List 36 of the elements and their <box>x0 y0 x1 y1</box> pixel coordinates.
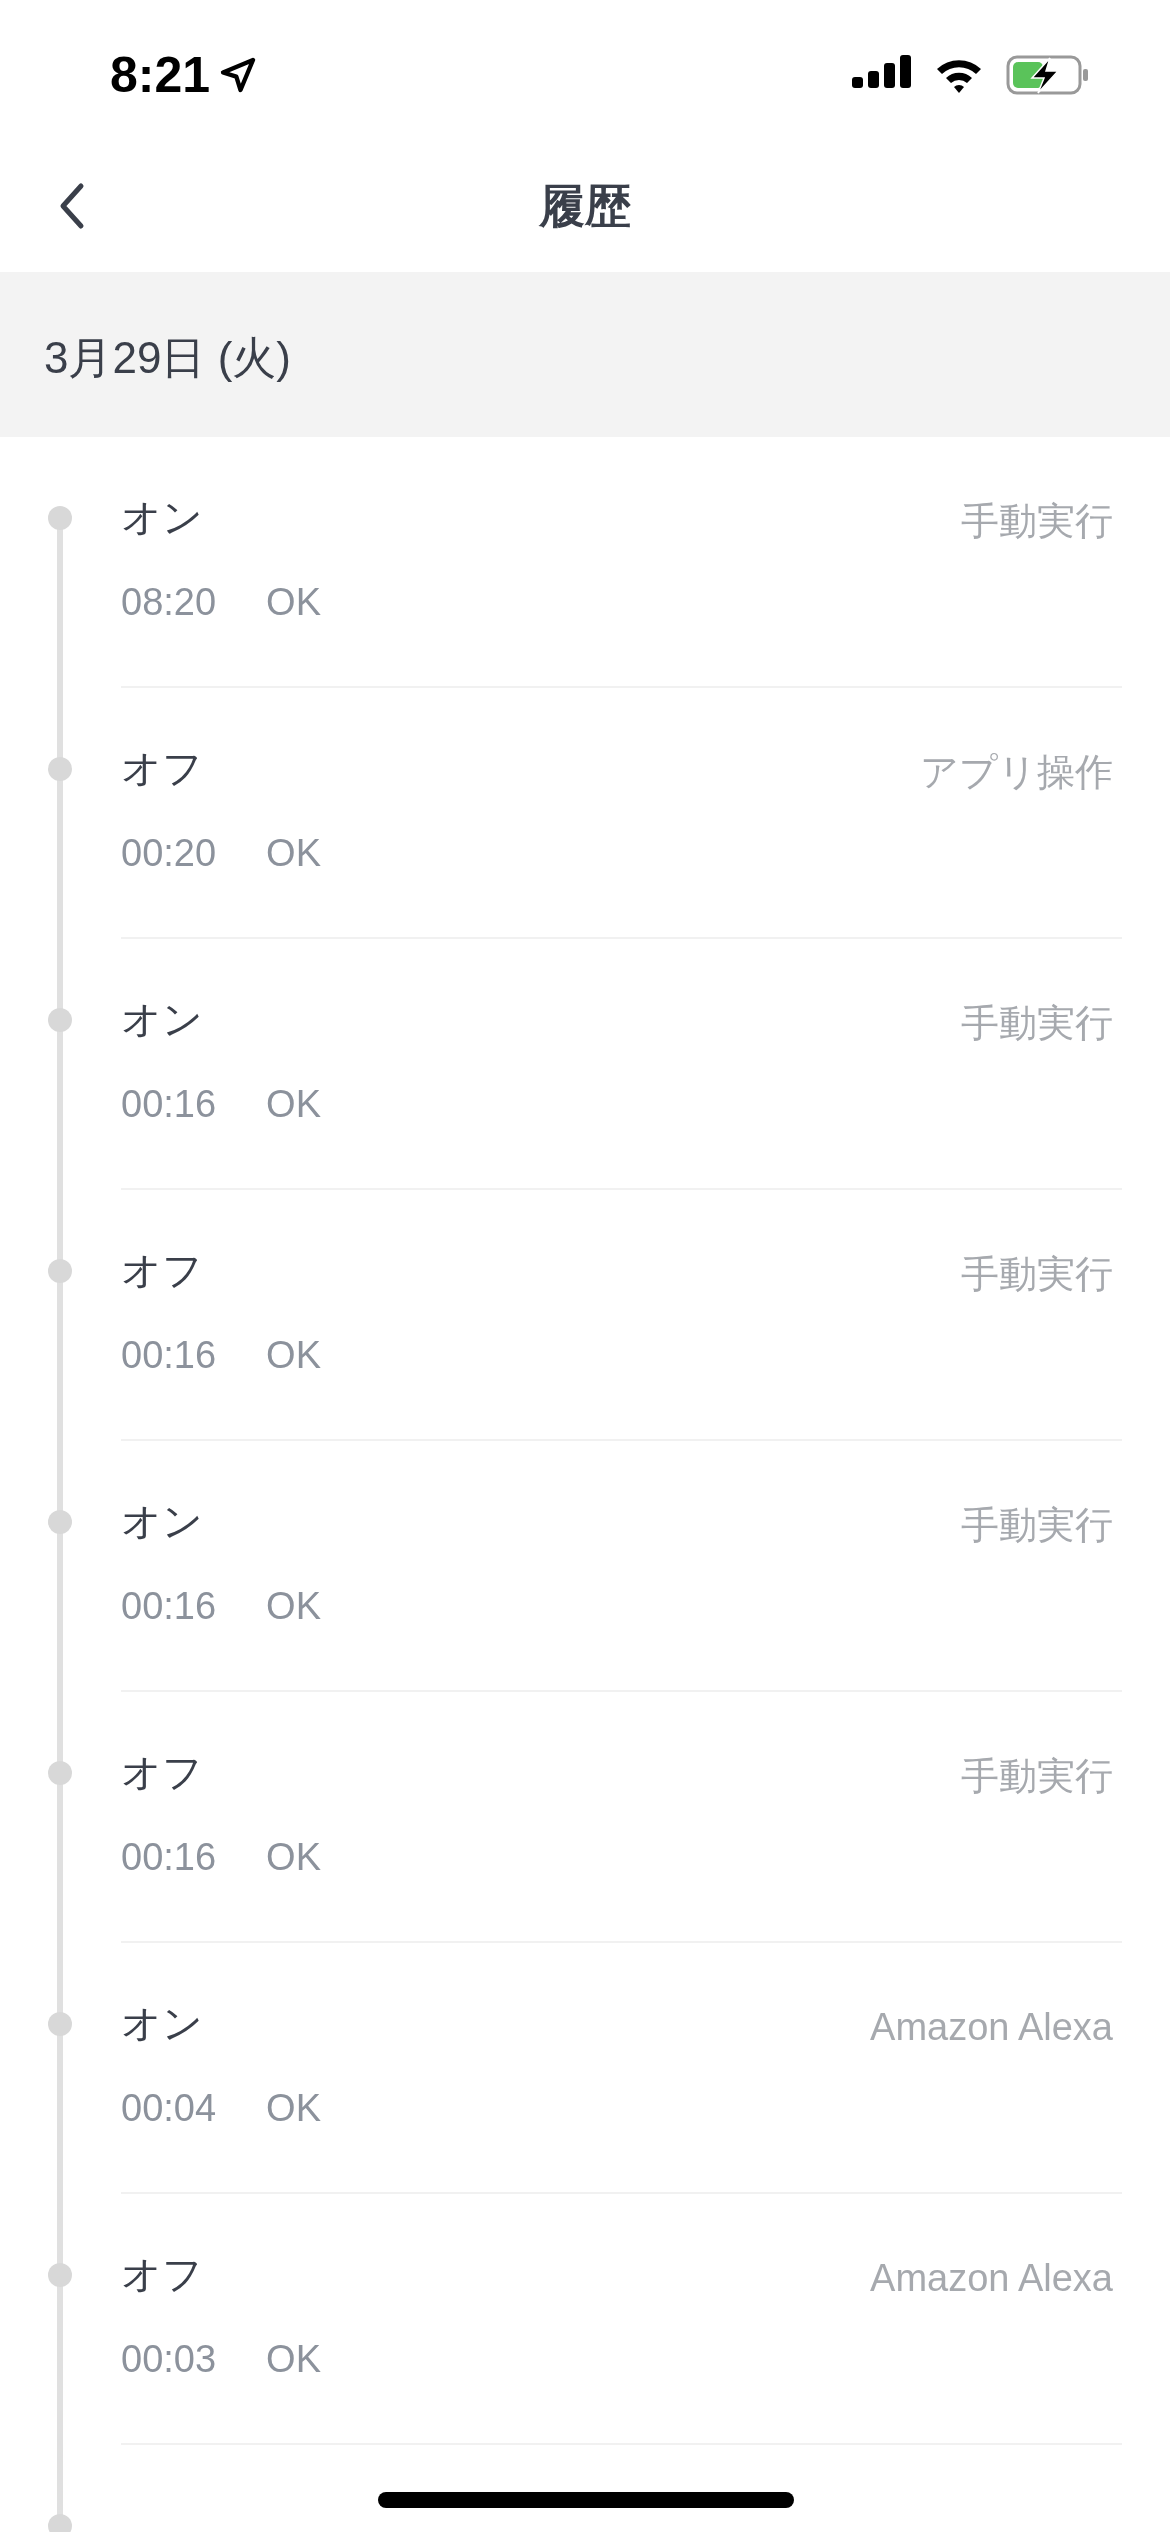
entry-time: 08:20 <box>121 580 217 625</box>
entry-result: OK <box>266 1835 321 1880</box>
entry-action: オフ <box>121 1749 203 1796</box>
entry-action: オン <box>121 996 203 1043</box>
entry-time: 00:16 <box>121 1082 217 1127</box>
entry-action: オフ <box>121 745 203 792</box>
entry-action: オフ <box>121 2251 203 2298</box>
entry-source: Amazon Alexa <box>870 2256 1113 2301</box>
entry-source: 手動実行 <box>961 499 1113 544</box>
entry-result: OK <box>266 831 321 876</box>
entry-result: OK <box>266 1333 321 1378</box>
entry-result: OK <box>266 1584 321 1629</box>
entry-action: オン <box>121 2000 203 2047</box>
entry-time: 00:16 <box>121 1835 217 1880</box>
entry-time: 00:03 <box>121 2337 217 2382</box>
date-header: 3月29日 (火) <box>0 272 1170 437</box>
entry-source: 手動実行 <box>961 1754 1113 1799</box>
entry-action: オン <box>121 1498 203 1545</box>
entry-source: 手動実行 <box>961 1252 1113 1297</box>
entry-source: アプリ操作 <box>920 750 1113 795</box>
entry-result: OK <box>266 2086 321 2131</box>
entry-result: OK <box>266 1082 321 1127</box>
entry-result: OK <box>266 2337 321 2382</box>
entry-source: 手動実行 <box>961 1503 1113 1548</box>
entry-source: 手動実行 <box>961 1001 1113 1046</box>
entry-action: オフ <box>121 1247 203 1294</box>
entry-source: Amazon Alexa <box>870 2005 1113 2050</box>
entry-time: 00:04 <box>121 2086 217 2131</box>
entry-result: OK <box>266 580 321 625</box>
entry-time: 00:16 <box>121 1333 217 1378</box>
page-title: 履歴 <box>539 178 631 234</box>
entry-time: 00:16 <box>121 1584 217 1629</box>
battery-charging-icon <box>1006 55 1090 95</box>
entry-action: オン <box>121 494 203 541</box>
status-time: 8:21 <box>110 50 211 100</box>
entry-time: 00:20 <box>121 831 217 876</box>
